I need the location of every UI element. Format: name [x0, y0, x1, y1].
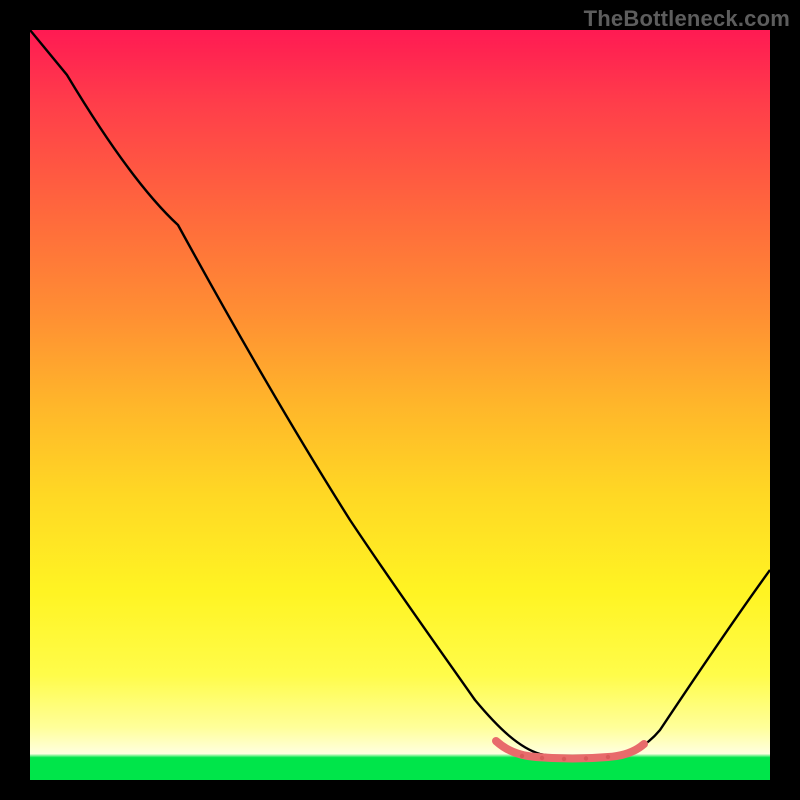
- watermark-text: TheBottleneck.com: [584, 6, 790, 32]
- chart-container: TheBottleneck.com: [0, 0, 800, 800]
- curve-overlay: [30, 30, 770, 780]
- bottleneck-curve: [30, 30, 770, 757]
- plot-area: [30, 30, 770, 780]
